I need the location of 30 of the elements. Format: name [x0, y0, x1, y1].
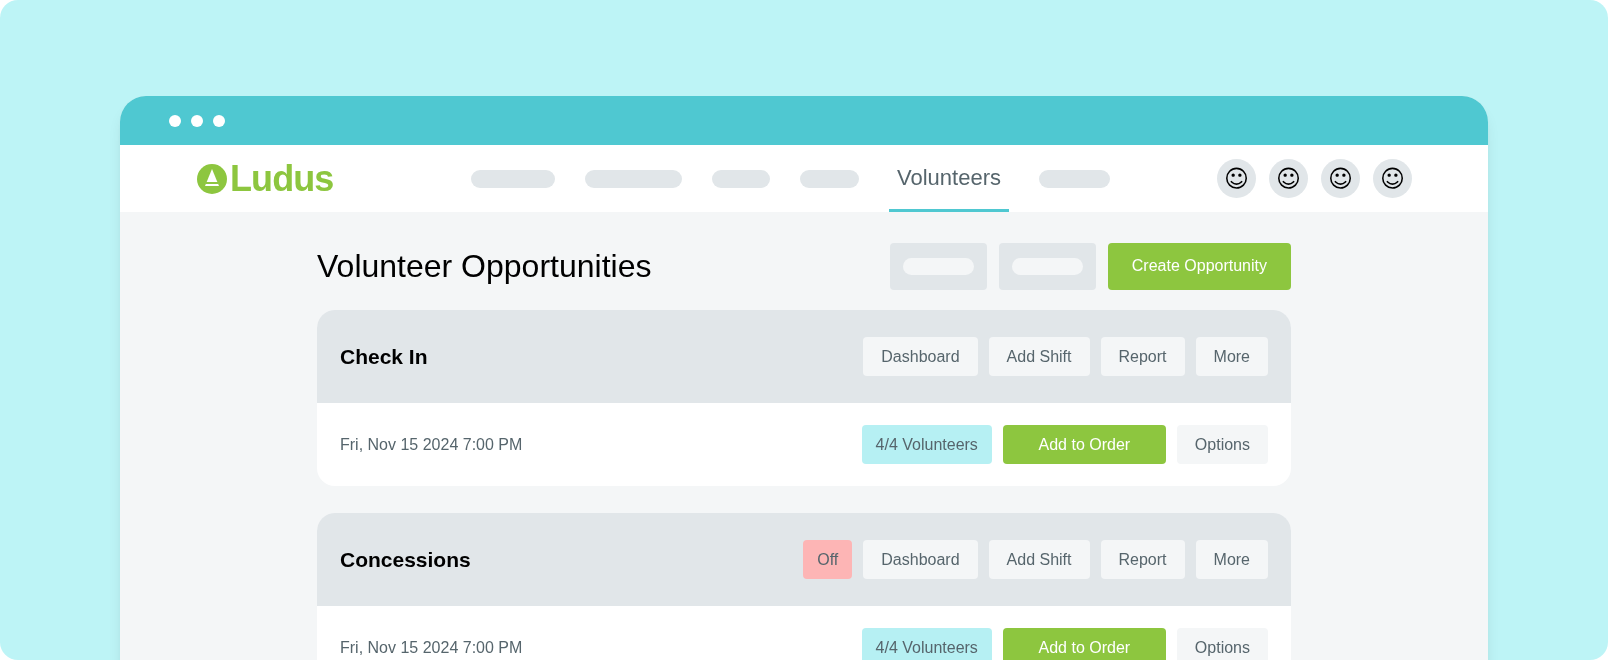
- logo-text: Ludus: [230, 160, 334, 197]
- action-button[interactable]: Add Shift: [988, 337, 1090, 376]
- status-badge: Off: [803, 540, 853, 579]
- action-button[interactable]: More: [1195, 337, 1268, 376]
- card-title: Concessions: [340, 546, 471, 573]
- card-title: Check In: [340, 343, 428, 370]
- options-button[interactable]: Options: [1176, 628, 1268, 660]
- shift-date: Fri, Nov 15 2024 7:00 PM: [340, 434, 523, 455]
- options-button[interactable]: Options: [1176, 425, 1268, 464]
- volunteer-count-badge: 4/4 Volunteers: [861, 425, 992, 464]
- logo-icon: [197, 163, 227, 194]
- action-button[interactable]: Dashboard: [863, 337, 978, 376]
- nav-placeholder[interactable]: [712, 169, 770, 188]
- avatar[interactable]: ☺: [1321, 159, 1360, 198]
- shift-date: Fri, Nov 15 2024 7:00 PM: [340, 637, 523, 658]
- avatar[interactable]: ☺: [1373, 159, 1412, 198]
- action-button[interactable]: Report: [1100, 540, 1185, 579]
- page-title: Volunteer Opportunities: [317, 247, 652, 286]
- avatar[interactable]: ☺: [1269, 159, 1308, 198]
- nav-placeholder[interactable]: [585, 169, 682, 188]
- action-button[interactable]: Add Shift: [988, 540, 1090, 579]
- action-button[interactable]: Dashboard: [863, 540, 978, 579]
- avatar[interactable]: ☺: [1217, 159, 1256, 198]
- nav-tab[interactable]: Volunteers: [889, 145, 1009, 212]
- action-button[interactable]: More: [1195, 540, 1268, 579]
- volunteer-count-badge: 4/4 Volunteers: [861, 628, 992, 660]
- action-button[interactable]: Report: [1100, 337, 1185, 376]
- nav-placeholder[interactable]: [800, 169, 859, 188]
- nav-placeholder[interactable]: [1038, 169, 1110, 188]
- nav-placeholder[interactable]: [471, 169, 555, 188]
